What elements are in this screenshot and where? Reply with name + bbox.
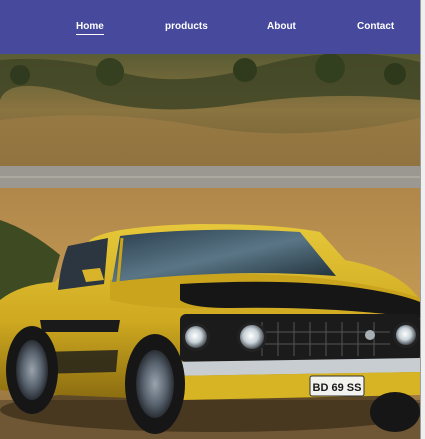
license-plate-text: BD 69 SS — [313, 382, 362, 394]
nav-link-products[interactable]: products — [165, 20, 208, 33]
nav-link-home[interactable]: Home — [76, 20, 104, 35]
top-navbar: Home products About Contact — [0, 0, 420, 54]
nav-link-contact[interactable]: Contact — [357, 20, 394, 33]
page: Home products About Contact BD 69 SS — [0, 0, 425, 439]
page-scrollbar-edge[interactable] — [420, 0, 425, 439]
hero-car-illustration: BD 69 SS — [0, 54, 420, 439]
nav-link-about[interactable]: About — [267, 20, 296, 33]
hero-image: BD 69 SS — [0, 54, 420, 439]
